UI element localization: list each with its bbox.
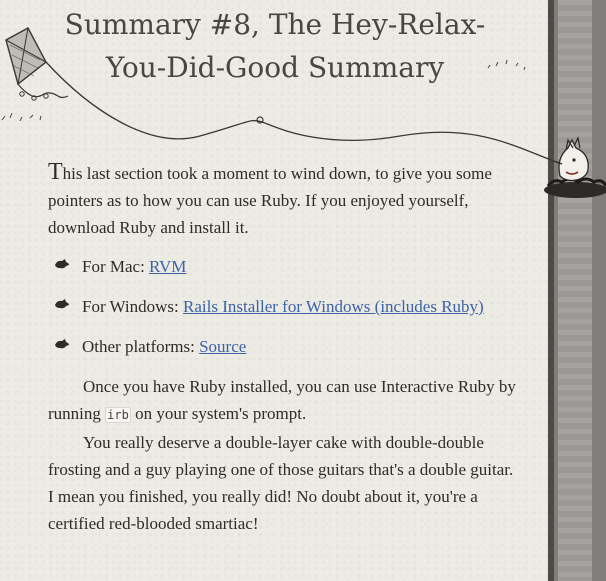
squirrel-bullet-icon	[55, 339, 69, 349]
kite-icon	[5, 27, 69, 101]
rvm-link[interactable]: RVM	[149, 257, 186, 276]
list-item: Other platforms: Source	[55, 333, 518, 360]
platform-list: For Mac: RVM For Windows: Rails Installe…	[48, 253, 518, 360]
squirrel-bullet-icon	[55, 299, 69, 309]
fox-icon	[544, 136, 606, 198]
source-link[interactable]: Source	[199, 337, 246, 356]
squirrel-bullet-icon	[55, 259, 69, 269]
irb-paragraph: Once you have Ruby installed, you can us…	[48, 377, 516, 423]
article-content: This last section took a moment to wind …	[48, 160, 518, 537]
intro-text: his last section took a moment to wind d…	[48, 164, 492, 237]
platform-label: Other platforms:	[82, 337, 200, 356]
intro-paragraph: This last section took a moment to wind …	[48, 160, 518, 241]
rails-installer-link[interactable]: Rails Installer for Windows (includes Ru…	[183, 297, 484, 316]
drop-cap: T	[48, 159, 63, 185]
closing-paragraph: You really deserve a double-layer cake w…	[48, 433, 514, 533]
platform-label: For Mac:	[82, 257, 150, 276]
list-item: For Windows: Rails Installer for Windows…	[55, 293, 518, 320]
platform-label: For Windows:	[82, 297, 184, 316]
page-title: Summary #8, The Hey-Relax-You-Did-Good S…	[64, 8, 486, 84]
irb-code: irb	[105, 407, 131, 423]
list-item: For Mac: RVM	[55, 253, 518, 280]
